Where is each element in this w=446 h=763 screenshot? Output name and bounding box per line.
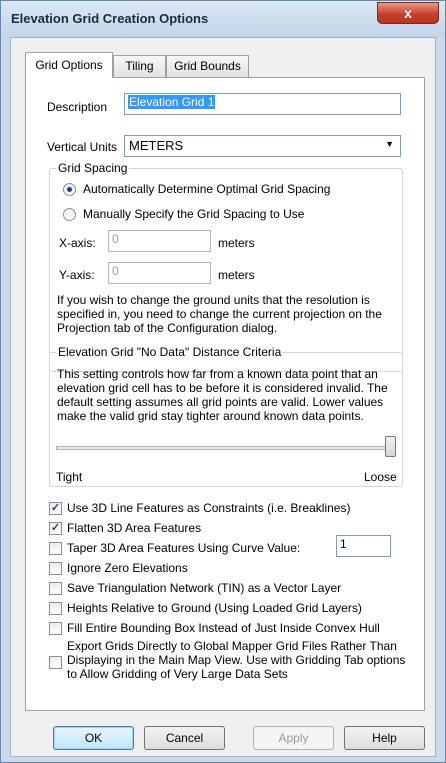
vertical-units-value: METERS: [129, 138, 184, 153]
help-button-label: Help: [372, 731, 397, 745]
slider-min-label: Tight: [56, 470, 83, 484]
dialog-client-area: Grid Options Tiling Grid Bounds Descript…: [10, 37, 436, 757]
taper-label: Taper 3D Area Features Using Curve Value…: [67, 541, 301, 555]
auto-spacing-label: Automatically Determine Optimal Grid Spa…: [83, 182, 331, 196]
flatten-checkbox[interactable]: ✓: [49, 522, 62, 535]
slider-max-label: Loose: [364, 470, 397, 484]
close-icon: x: [404, 5, 412, 21]
manual-spacing-label: Manually Specify the Grid Spacing to Use: [83, 207, 305, 221]
tab-grid-options[interactable]: Grid Options: [25, 52, 113, 78]
ignore-zero-label: Ignore Zero Elevations: [67, 561, 188, 575]
description-input[interactable]: Elevation Grid 1: [124, 93, 401, 115]
relative-heights-label: Heights Relative to Ground (Using Loaded…: [67, 601, 362, 615]
tab-label: Grid Options: [35, 58, 103, 72]
manual-spacing-radio[interactable]: [63, 208, 76, 221]
fill-bbox-checkbox[interactable]: [49, 622, 62, 635]
tab-grid-bounds[interactable]: Grid Bounds: [166, 55, 249, 77]
x-axis-label: X-axis:: [59, 236, 96, 250]
grid-spacing-legend: Grid Spacing: [58, 161, 128, 175]
cancel-button[interactable]: Cancel: [144, 726, 225, 750]
cancel-button-label: Cancel: [165, 731, 204, 745]
title-bar[interactable]: Elevation Grid Creation Options x: [1, 1, 445, 37]
ok-button-label: OK: [84, 731, 103, 745]
y-axis-input[interactable]: 0: [108, 262, 211, 284]
x-axis-unit: meters: [218, 236, 255, 250]
fill-bbox-label: Fill Entire Bounding Box Instead of Just…: [67, 621, 380, 635]
breaklines-checkbox[interactable]: ✓: [49, 502, 62, 515]
curve-value: 1: [340, 537, 347, 551]
save-tin-checkbox[interactable]: [49, 582, 62, 595]
close-button[interactable]: x: [377, 2, 439, 24]
export-grids-label: Export Grids Directly to Global Mapper G…: [67, 639, 406, 681]
taper-checkbox[interactable]: [49, 542, 62, 555]
x-axis-value: 0: [112, 232, 119, 246]
flatten-label: Flatten 3D Area Features: [67, 521, 202, 535]
x-axis-input[interactable]: 0: [108, 230, 211, 252]
vertical-units-label: Vertical Units: [47, 140, 118, 154]
no-data-legend: Elevation Grid "No Data" Distance Criter…: [58, 345, 282, 359]
breaklines-label: Use 3D Line Features as Constraints (i.e…: [67, 501, 351, 515]
grid-options-panel: Description Elevation Grid 1 Vertical Un…: [25, 77, 425, 711]
window-title: Elevation Grid Creation Options: [11, 11, 209, 26]
tab-label: Tiling: [125, 59, 154, 73]
description-label: Description: [47, 100, 108, 114]
no-data-description: This setting controls how far from a kno…: [57, 367, 388, 423]
tab-tiling[interactable]: Tiling: [113, 55, 166, 77]
description-value: Elevation Grid 1: [128, 95, 216, 109]
save-tin-label: Save Triangulation Network (TIN) as a Ve…: [67, 581, 342, 595]
auto-spacing-radio[interactable]: [63, 183, 76, 196]
export-grids-checkbox[interactable]: [49, 656, 62, 669]
apply-button[interactable]: Apply: [253, 726, 334, 750]
units-note: If you wish to change the ground units t…: [57, 293, 382, 335]
no-data-slider-thumb[interactable]: [385, 436, 396, 457]
apply-button-label: Apply: [278, 731, 309, 745]
relative-heights-checkbox[interactable]: [49, 602, 62, 615]
y-axis-unit: meters: [218, 268, 255, 282]
vertical-units-dropdown[interactable]: METERS ▼: [124, 135, 401, 157]
chevron-down-icon: ▼: [385, 139, 394, 149]
help-button[interactable]: Help: [344, 726, 425, 750]
y-axis-label: Y-axis:: [59, 268, 95, 282]
y-axis-value: 0: [112, 264, 119, 278]
tab-label: Grid Bounds: [174, 59, 241, 73]
ignore-zero-checkbox[interactable]: [49, 562, 62, 575]
curve-value-input[interactable]: 1: [336, 535, 391, 557]
no-data-slider-track[interactable]: [56, 446, 396, 450]
ok-button[interactable]: OK: [53, 726, 134, 750]
dialog-window: Elevation Grid Creation Options x Grid O…: [0, 0, 446, 763]
